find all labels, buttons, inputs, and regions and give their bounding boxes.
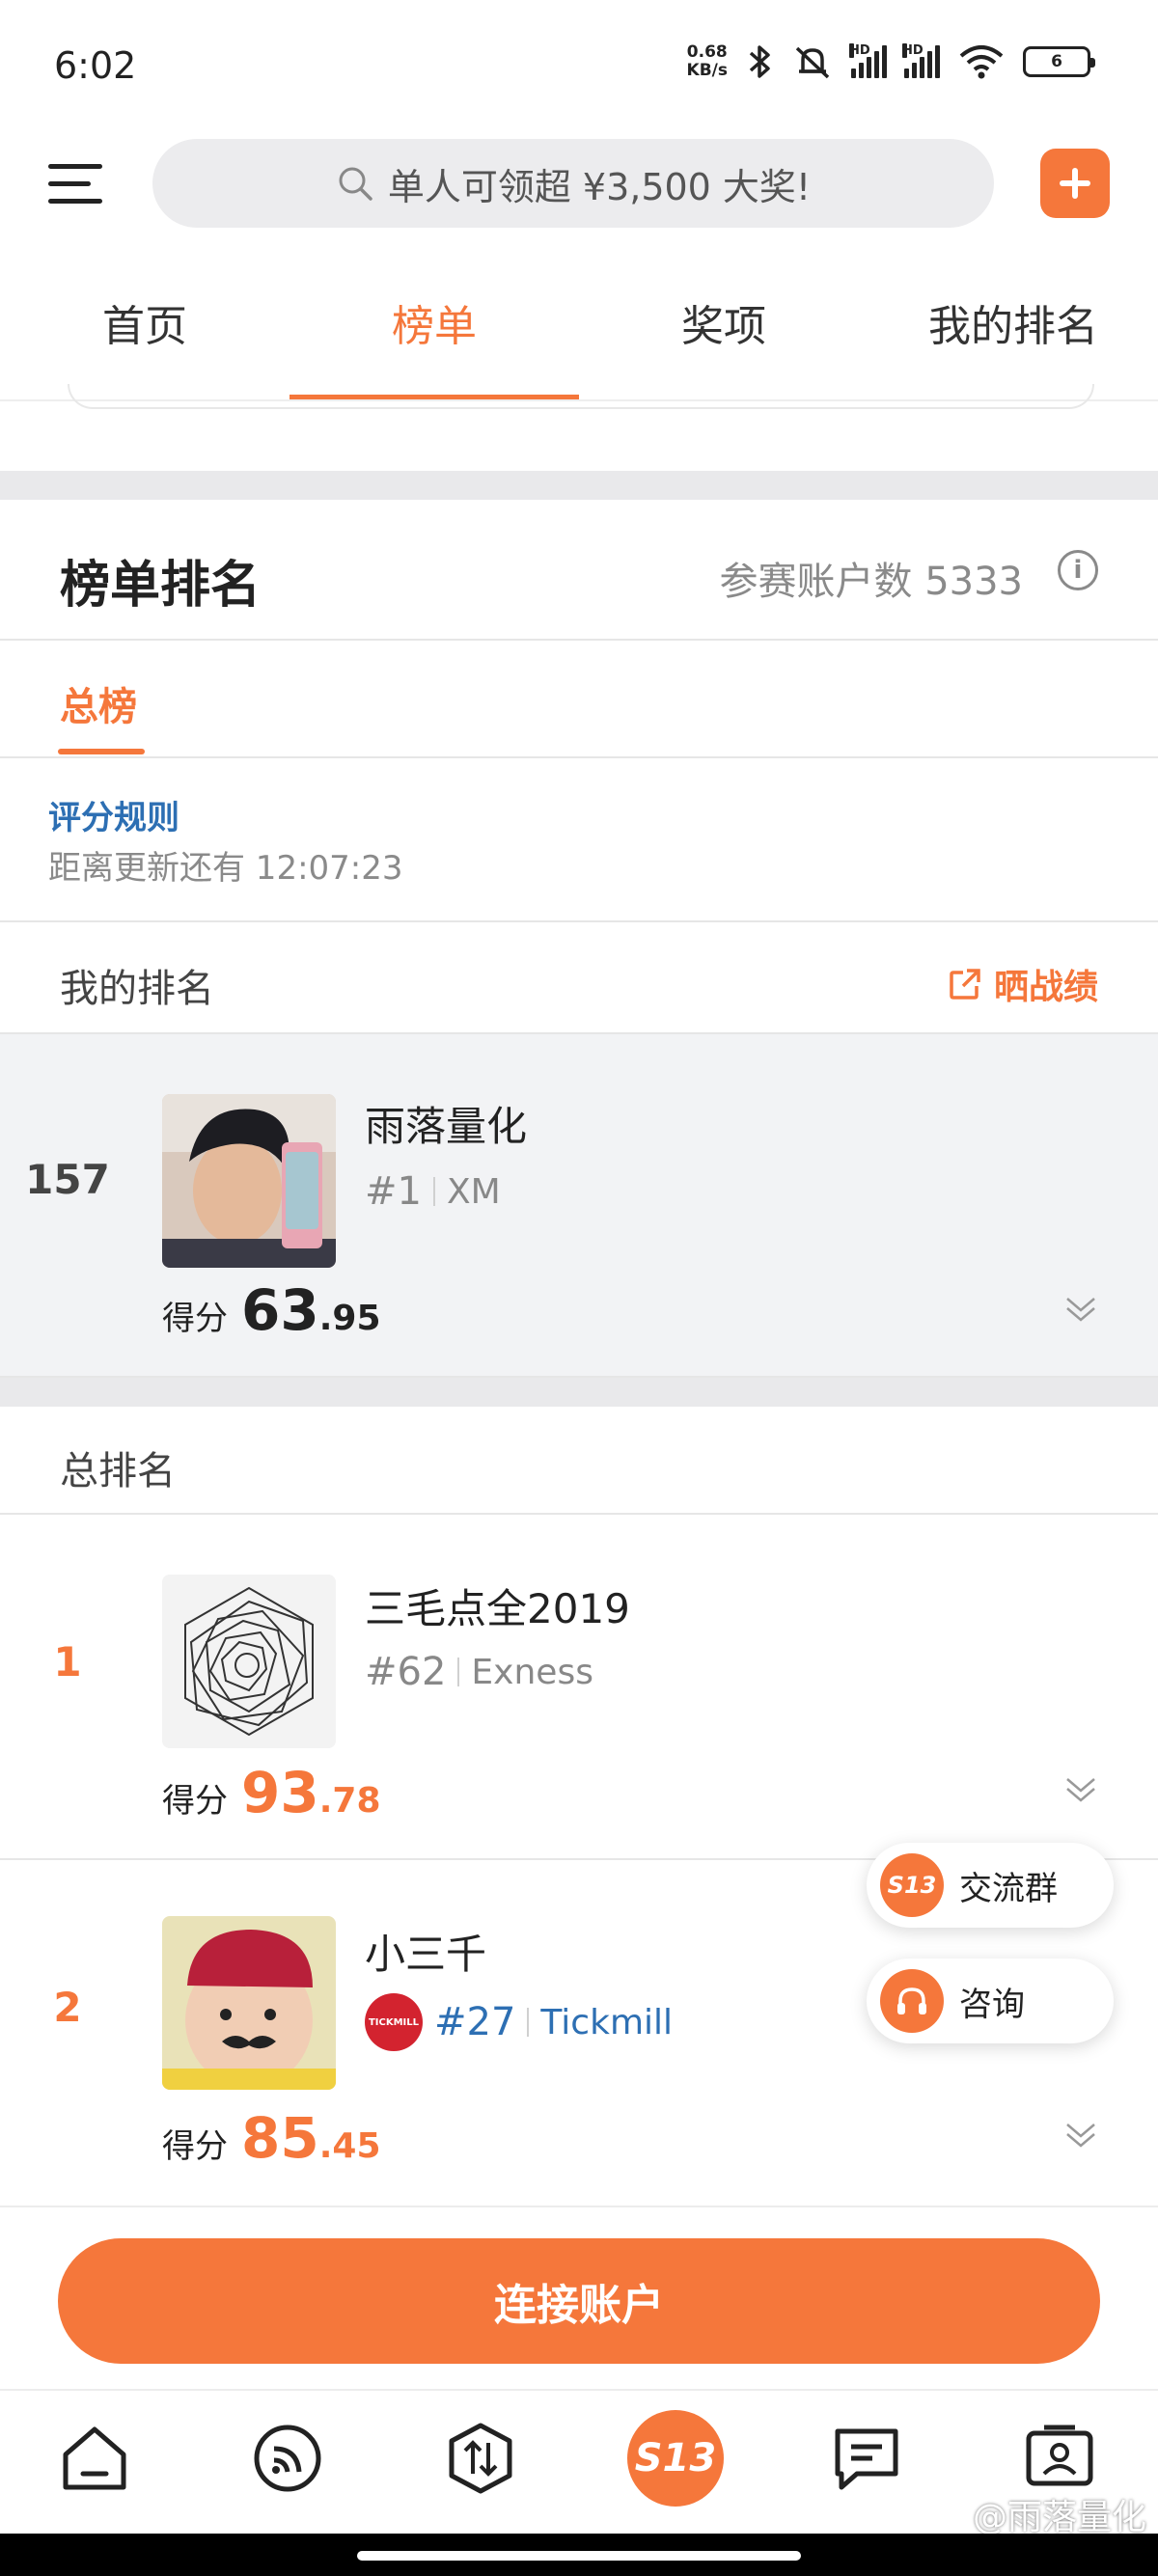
- rank-number: 157: [25, 1156, 110, 1203]
- wifi-icon: [959, 45, 1004, 79]
- main-tabs: 首页 榜单 奖项 我的排名: [0, 270, 1158, 400]
- cell-signal-2-icon: HD: [902, 43, 940, 78]
- total-rank-header: 总排名: [0, 1407, 1158, 1515]
- s13-logo-icon: S13: [880, 1853, 944, 1917]
- system-nav-bar: [0, 2534, 1158, 2576]
- status-bar: 6:02 0.68 KB/s HD HD 6: [0, 0, 1158, 135]
- broker-name: Tickmill: [540, 2002, 674, 2042]
- status-icons: 0.68 KB/s HD HD 6: [686, 42, 1095, 81]
- tab-my-rank[interactable]: 我的排名: [868, 270, 1158, 400]
- home-icon[interactable]: [56, 2420, 133, 2497]
- watermark: @雨落量化: [972, 2498, 1146, 2537]
- scrolled-card-edge: [68, 384, 1094, 409]
- section-divider: [0, 1378, 1158, 1407]
- feed-icon[interactable]: [249, 2420, 326, 2497]
- account-number: #27: [434, 2000, 516, 2044]
- profile-card-icon[interactable]: [1021, 2420, 1098, 2497]
- chevron-down-icon[interactable]: [1062, 1768, 1100, 1806]
- rules-section: 评分规则 距离更新还有 12:07:23: [0, 758, 1158, 922]
- rank-number: 1: [53, 1638, 82, 1685]
- search-bar[interactable]: 单人可领超 ¥3,500 大奖!: [152, 139, 994, 228]
- battery-icon: 6: [1023, 46, 1095, 77]
- share-results-button[interactable]: 晒战绩: [948, 959, 1098, 1009]
- entry-name: 三毛点全2019: [365, 1585, 630, 1632]
- tab-awards[interactable]: 奖项: [579, 270, 868, 400]
- my-rank-title: 我的排名: [60, 967, 214, 1011]
- ranking-title: 榜单排名: [60, 557, 262, 615]
- community-group-button[interactable]: S13 交流群: [867, 1843, 1114, 1928]
- broker-name: Exness: [471, 1652, 593, 1692]
- home-indicator[interactable]: [357, 2551, 801, 2561]
- ranking-sub-tabs: 总榜: [0, 641, 1158, 758]
- tab-overall-indicator: [58, 749, 145, 754]
- add-button[interactable]: [1040, 149, 1110, 218]
- search-placeholder: 单人可领超 ¥3,500 大奖!: [387, 165, 812, 208]
- score: 得分 85 .45: [162, 2105, 381, 2171]
- tab-home[interactable]: 首页: [0, 270, 290, 400]
- trade-icon[interactable]: [442, 2420, 519, 2497]
- scoring-rules-link[interactable]: 评分规则: [48, 791, 179, 838]
- chevron-down-icon[interactable]: [1062, 1287, 1100, 1326]
- tab-leaderboard[interactable]: 榜单: [290, 270, 579, 400]
- tab-overall[interactable]: 总榜: [60, 675, 137, 731]
- menu-button[interactable]: [44, 154, 106, 212]
- s13-tab[interactable]: S13: [627, 2410, 724, 2507]
- account-info: #1 XM: [365, 1169, 501, 1214]
- section-divider: [0, 471, 1158, 500]
- broker-logo: TICKMILL: [365, 1993, 423, 2051]
- status-time: 6:02: [54, 44, 137, 87]
- ranking-header: 榜单排名 参赛账户数 5333 i: [0, 500, 1158, 641]
- list-item[interactable]: 1 三毛点全2019 #62 Exness 得分 93 .78: [0, 1515, 1158, 1860]
- headset-icon: [880, 1969, 944, 2033]
- network-speed: 0.68 KB/s: [686, 42, 728, 80]
- total-rank-title: 总排名: [60, 1449, 176, 1494]
- cell-signal-1-icon: HD: [849, 43, 887, 78]
- consult-button[interactable]: 咨询: [867, 1959, 1114, 2043]
- chevron-down-icon[interactable]: [1062, 2113, 1100, 2151]
- account-info: TICKMILL #27 Tickmill: [365, 1993, 673, 2051]
- broker-name: XM: [446, 1171, 501, 1212]
- avatar: [162, 1916, 336, 2090]
- my-rank-header: 我的排名 晒战绩: [0, 922, 1158, 1034]
- account-number: #1: [365, 1169, 422, 1214]
- search-icon: [339, 167, 372, 201]
- connect-account-button[interactable]: 连接账户: [58, 2238, 1100, 2364]
- info-icon[interactable]: i: [1058, 550, 1098, 590]
- app-header: 单人可领超 ¥3,500 大奖!: [0, 135, 1158, 232]
- rank-number: 2: [53, 1984, 82, 2031]
- avatar: [162, 1575, 336, 1748]
- account-number: #62: [365, 1650, 447, 1694]
- entry-name: 雨落量化: [365, 1103, 528, 1150]
- mute-icon: [795, 46, 830, 79]
- connect-bar: 连接账户: [0, 2206, 1158, 2389]
- account-info: #62 Exness: [365, 1650, 593, 1694]
- update-countdown: 距离更新还有 12:07:23: [48, 849, 403, 888]
- avatar: [162, 1094, 336, 1268]
- entry-name: 小三千: [365, 1931, 487, 1978]
- participants-count: 参赛账户数 5333: [719, 560, 1023, 604]
- share-icon: [950, 969, 980, 1000]
- message-icon[interactable]: [828, 2420, 905, 2497]
- my-rank-entry[interactable]: 157 雨落量化 #1 XM 得分 63 .95: [0, 1034, 1158, 1378]
- score: 得分 93 .78: [162, 1760, 381, 1825]
- score: 得分 63 .95: [162, 1277, 381, 1343]
- bluetooth-icon: [749, 45, 770, 78]
